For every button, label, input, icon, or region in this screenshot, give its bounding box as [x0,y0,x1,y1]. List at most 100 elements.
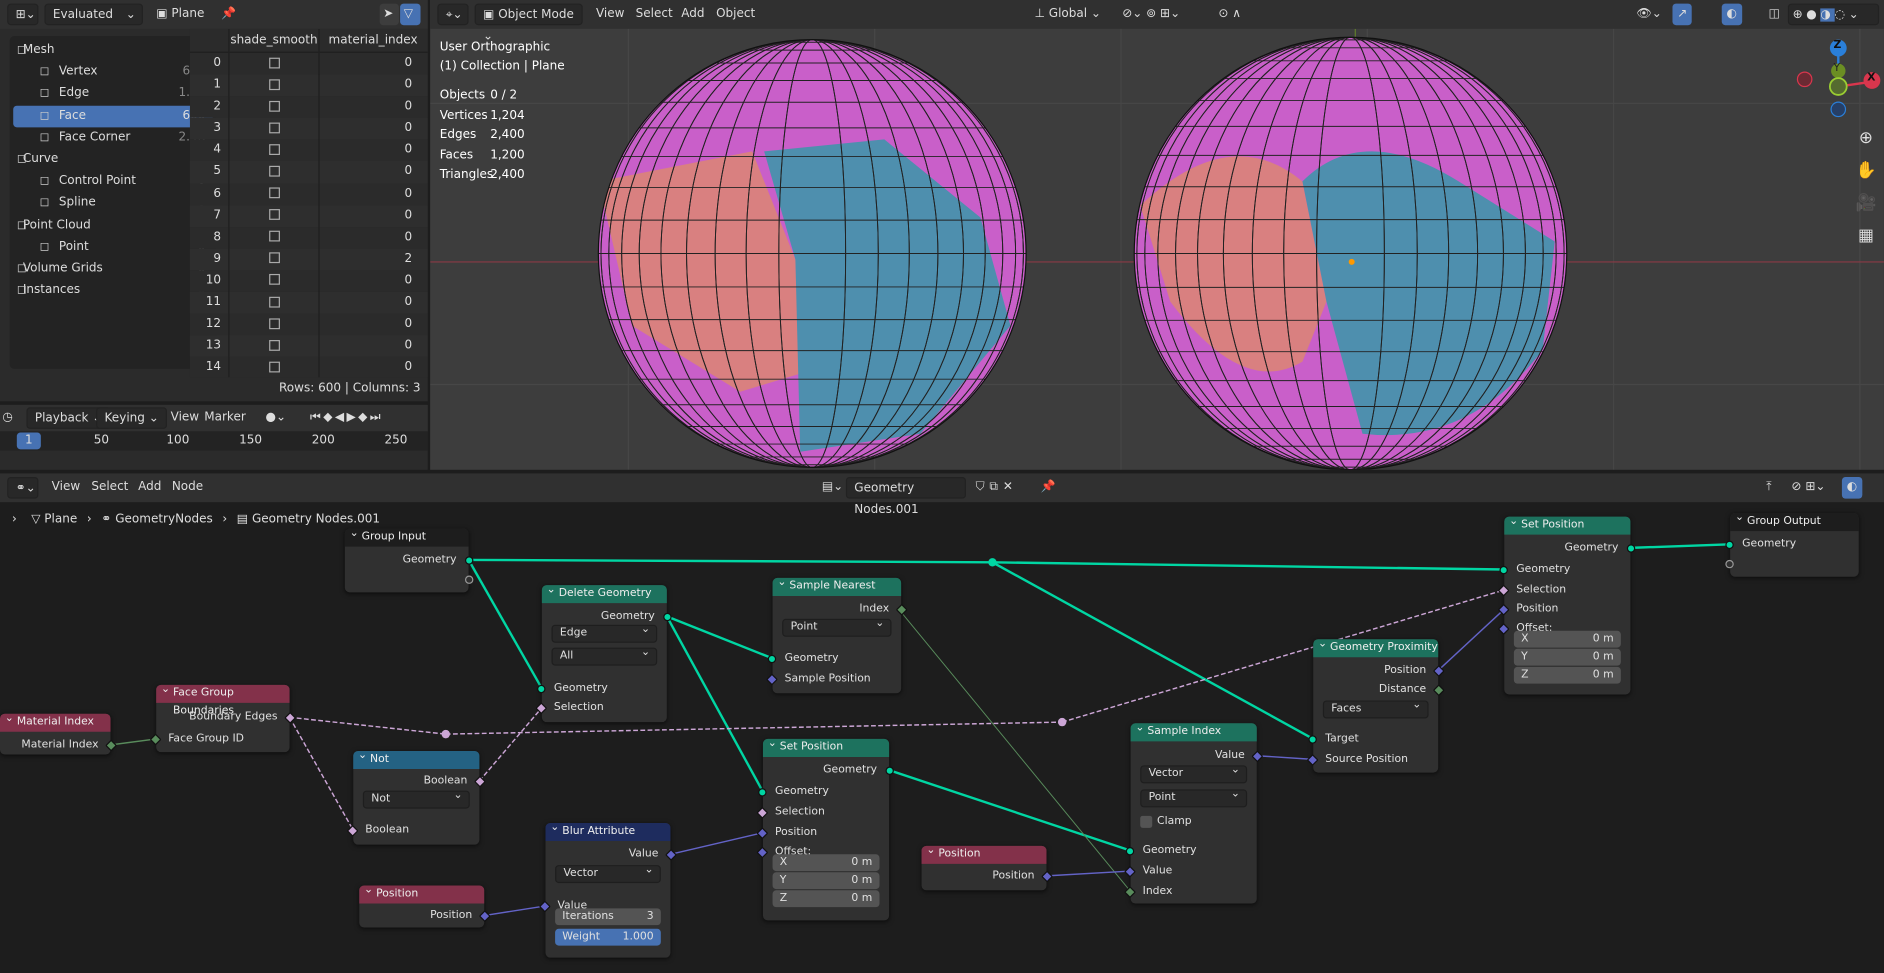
socket-input[interactable]: Index [1124,883,1257,900]
socket-input[interactable]: Boolean [346,822,479,839]
node-header[interactable]: Position [921,842,1047,864]
socket-input[interactable]: Geometry [537,680,667,697]
socket-output[interactable] [345,571,474,588]
shade-smooth-checkbox[interactable] [268,230,280,242]
shade-smooth-checkbox[interactable] [268,122,280,134]
orientation-dropdown[interactable]: ⊥ Global ⌄ [1027,4,1108,26]
shade-smooth-checkbox[interactable] [268,57,280,68]
viewport-scene[interactable] [430,0,1884,470]
xray-icon[interactable]: ◫ [1761,4,1787,26]
domain-mesh[interactable]: ◻ Mesh [13,40,212,62]
domain-point-cloud[interactable]: ◻ Point Cloud [13,214,212,236]
socket-dot[interactable] [1308,735,1317,744]
socket-input[interactable]: Selection [1497,582,1630,599]
socket-dot[interactable] [885,766,894,775]
domain-edge[interactable]: ◻Edge1.2K [13,83,212,105]
shade-smooth-checkbox[interactable] [268,317,280,329]
timeline-ruler[interactable]: 1 50 100 150 200 250 [0,431,428,451]
node-blur-attribute[interactable]: Blur AttributeValueVectorValueIterations… [538,819,677,958]
sphere-mesh[interactable] [598,39,1027,468]
navigation-gizmo[interactable]: Z Y X [1788,36,1884,132]
node-field[interactable]: Z 0 m [1513,666,1621,684]
node-group-output[interactable]: Group Output Geometry [1725,509,1859,577]
node-geometry-proximity[interactable]: Geometry Proximity Position Distance Faces T… [1306,636,1445,773]
socket-dot[interactable] [464,575,474,584]
timeline-menu-keying[interactable]: Keying ⌄ [96,407,168,429]
node-not[interactable]: NotBooleanNotBoolean [346,747,486,845]
pin-icon[interactable]: 📌 [214,4,243,26]
socket-dot[interactable] [758,788,767,797]
node-dropdown[interactable]: All [551,645,658,666]
shade-smooth-checkbox[interactable] [268,361,280,373]
domain-control-point[interactable]: ◻Control Point0 [13,171,212,193]
node-header[interactable]: Blur Attribute [545,819,671,842]
shade-smooth-checkbox[interactable] [268,165,280,177]
node-set-position-b[interactable]: Set Position Geometry Geometry Selection Pos… [1497,513,1636,695]
node-header[interactable]: Position [359,882,485,904]
column-header[interactable]: material_index [318,28,426,52]
domain-curve[interactable]: ◻ Curve [13,149,212,171]
node-group-input[interactable]: Group Input Geometry [344,525,474,593]
pivot-icon[interactable]: ⊘⌄ ⊚ ⊞⌄ [1115,4,1187,26]
socket-dot[interactable] [1725,559,1734,569]
node-sample-index[interactable]: Sample IndexValueVectorPointClampGeometr… [1124,720,1264,904]
node-header[interactable]: Geometry Proximity [1313,636,1439,658]
evaluation-dropdown[interactable]: Evaluated ⌄ [44,3,143,26]
editor-type-button[interactable]: ⌖⌄ [437,3,469,26]
filter-icon[interactable]: ▽ [400,3,421,26]
node-dropdown[interactable]: Point [782,616,892,637]
shade-smooth-checkbox[interactable] [268,252,280,264]
node-position-b[interactable]: Position Position [921,842,1054,891]
node-field[interactable]: X 0 m [1513,630,1621,648]
socket-output[interactable]: Geometry [763,762,894,779]
node-position-a[interactable]: Position Position [359,882,491,928]
socket-output[interactable]: Position [922,867,1054,884]
node-sample-nearest[interactable]: Sample Nearest IndexPoint Geometry Sample P… [766,574,908,694]
node-header[interactable]: Set Position [1504,513,1631,535]
socket-input[interactable]: Selection [756,804,889,821]
node-field[interactable]: X 0 m [772,854,880,872]
node-face-group-boundaries[interactable]: Face Group BoundariesBoundary Edges Face … [149,681,297,753]
socket-input[interactable]: Geometry [767,650,902,667]
socket-dot[interactable] [1725,540,1734,550]
domain-instances[interactable]: ◻Instances0 [13,280,212,302]
pan-hand-icon[interactable]: ✋ [1853,155,1879,187]
node-header[interactable]: Sample Index [1130,720,1257,742]
socket-input[interactable]: Position [1497,601,1630,618]
socket-output[interactable]: Material Index [0,737,118,754]
socket-input[interactable]: Face Group ID [149,731,289,748]
socket-input[interactable]: Sample Position [766,670,902,687]
node-header[interactable]: Not [353,747,480,769]
node-set-position-a[interactable]: Set Position Geometry Geometry Selection Pos… [756,735,894,921]
socket-input[interactable]: Geometry [1499,561,1630,578]
node-header[interactable]: Group Input [344,525,469,547]
node-field[interactable]: Y 0 m [1513,648,1621,666]
socket-input[interactable]: Position [756,824,889,841]
socket-output[interactable]: Distance [1313,681,1445,698]
domain-vertex[interactable]: ◻Vertex602 [13,62,212,84]
mode-dropdown[interactable]: ▣ Object Mode ⌄ [474,3,583,43]
domain-spline[interactable]: ◻Spline0 [13,193,212,215]
socket-output[interactable]: Geometry [1504,539,1636,556]
shade-smooth-checkbox[interactable] [268,339,280,351]
socket-output[interactable]: Position [359,907,491,924]
node-header[interactable]: Material Index [0,710,111,732]
domain-volume-grids[interactable]: ◻Volume Grids0 [13,258,212,280]
node-field[interactable]: Weight 1.000 [555,928,661,946]
zoom-icon[interactable]: ⊕ [1853,123,1879,155]
sphere-mesh[interactable] [1134,37,1567,470]
socket-output[interactable]: Index [773,601,908,618]
grid-icon[interactable]: ▦ [1853,220,1879,252]
shading-buttons[interactable]: ⊕●◑◌⌄ [1787,3,1880,26]
socket-dot[interactable] [767,654,777,664]
node-dropdown[interactable]: Point [1140,787,1248,808]
domain-face-corner[interactable]: ◻Face Corner2.4K [13,127,212,149]
node-header[interactable]: Face Group Boundaries [156,681,290,717]
shade-smooth-checkbox[interactable] [268,100,280,112]
reroute-node[interactable] [988,558,997,567]
gizmo-toggle[interactable]: ↗ [1672,3,1693,26]
shade-smooth-checkbox[interactable] [268,296,280,308]
node-dropdown[interactable]: Not [362,788,470,809]
shade-smooth-checkbox[interactable] [268,144,280,155]
socket-input[interactable]: Source Position [1306,751,1438,768]
